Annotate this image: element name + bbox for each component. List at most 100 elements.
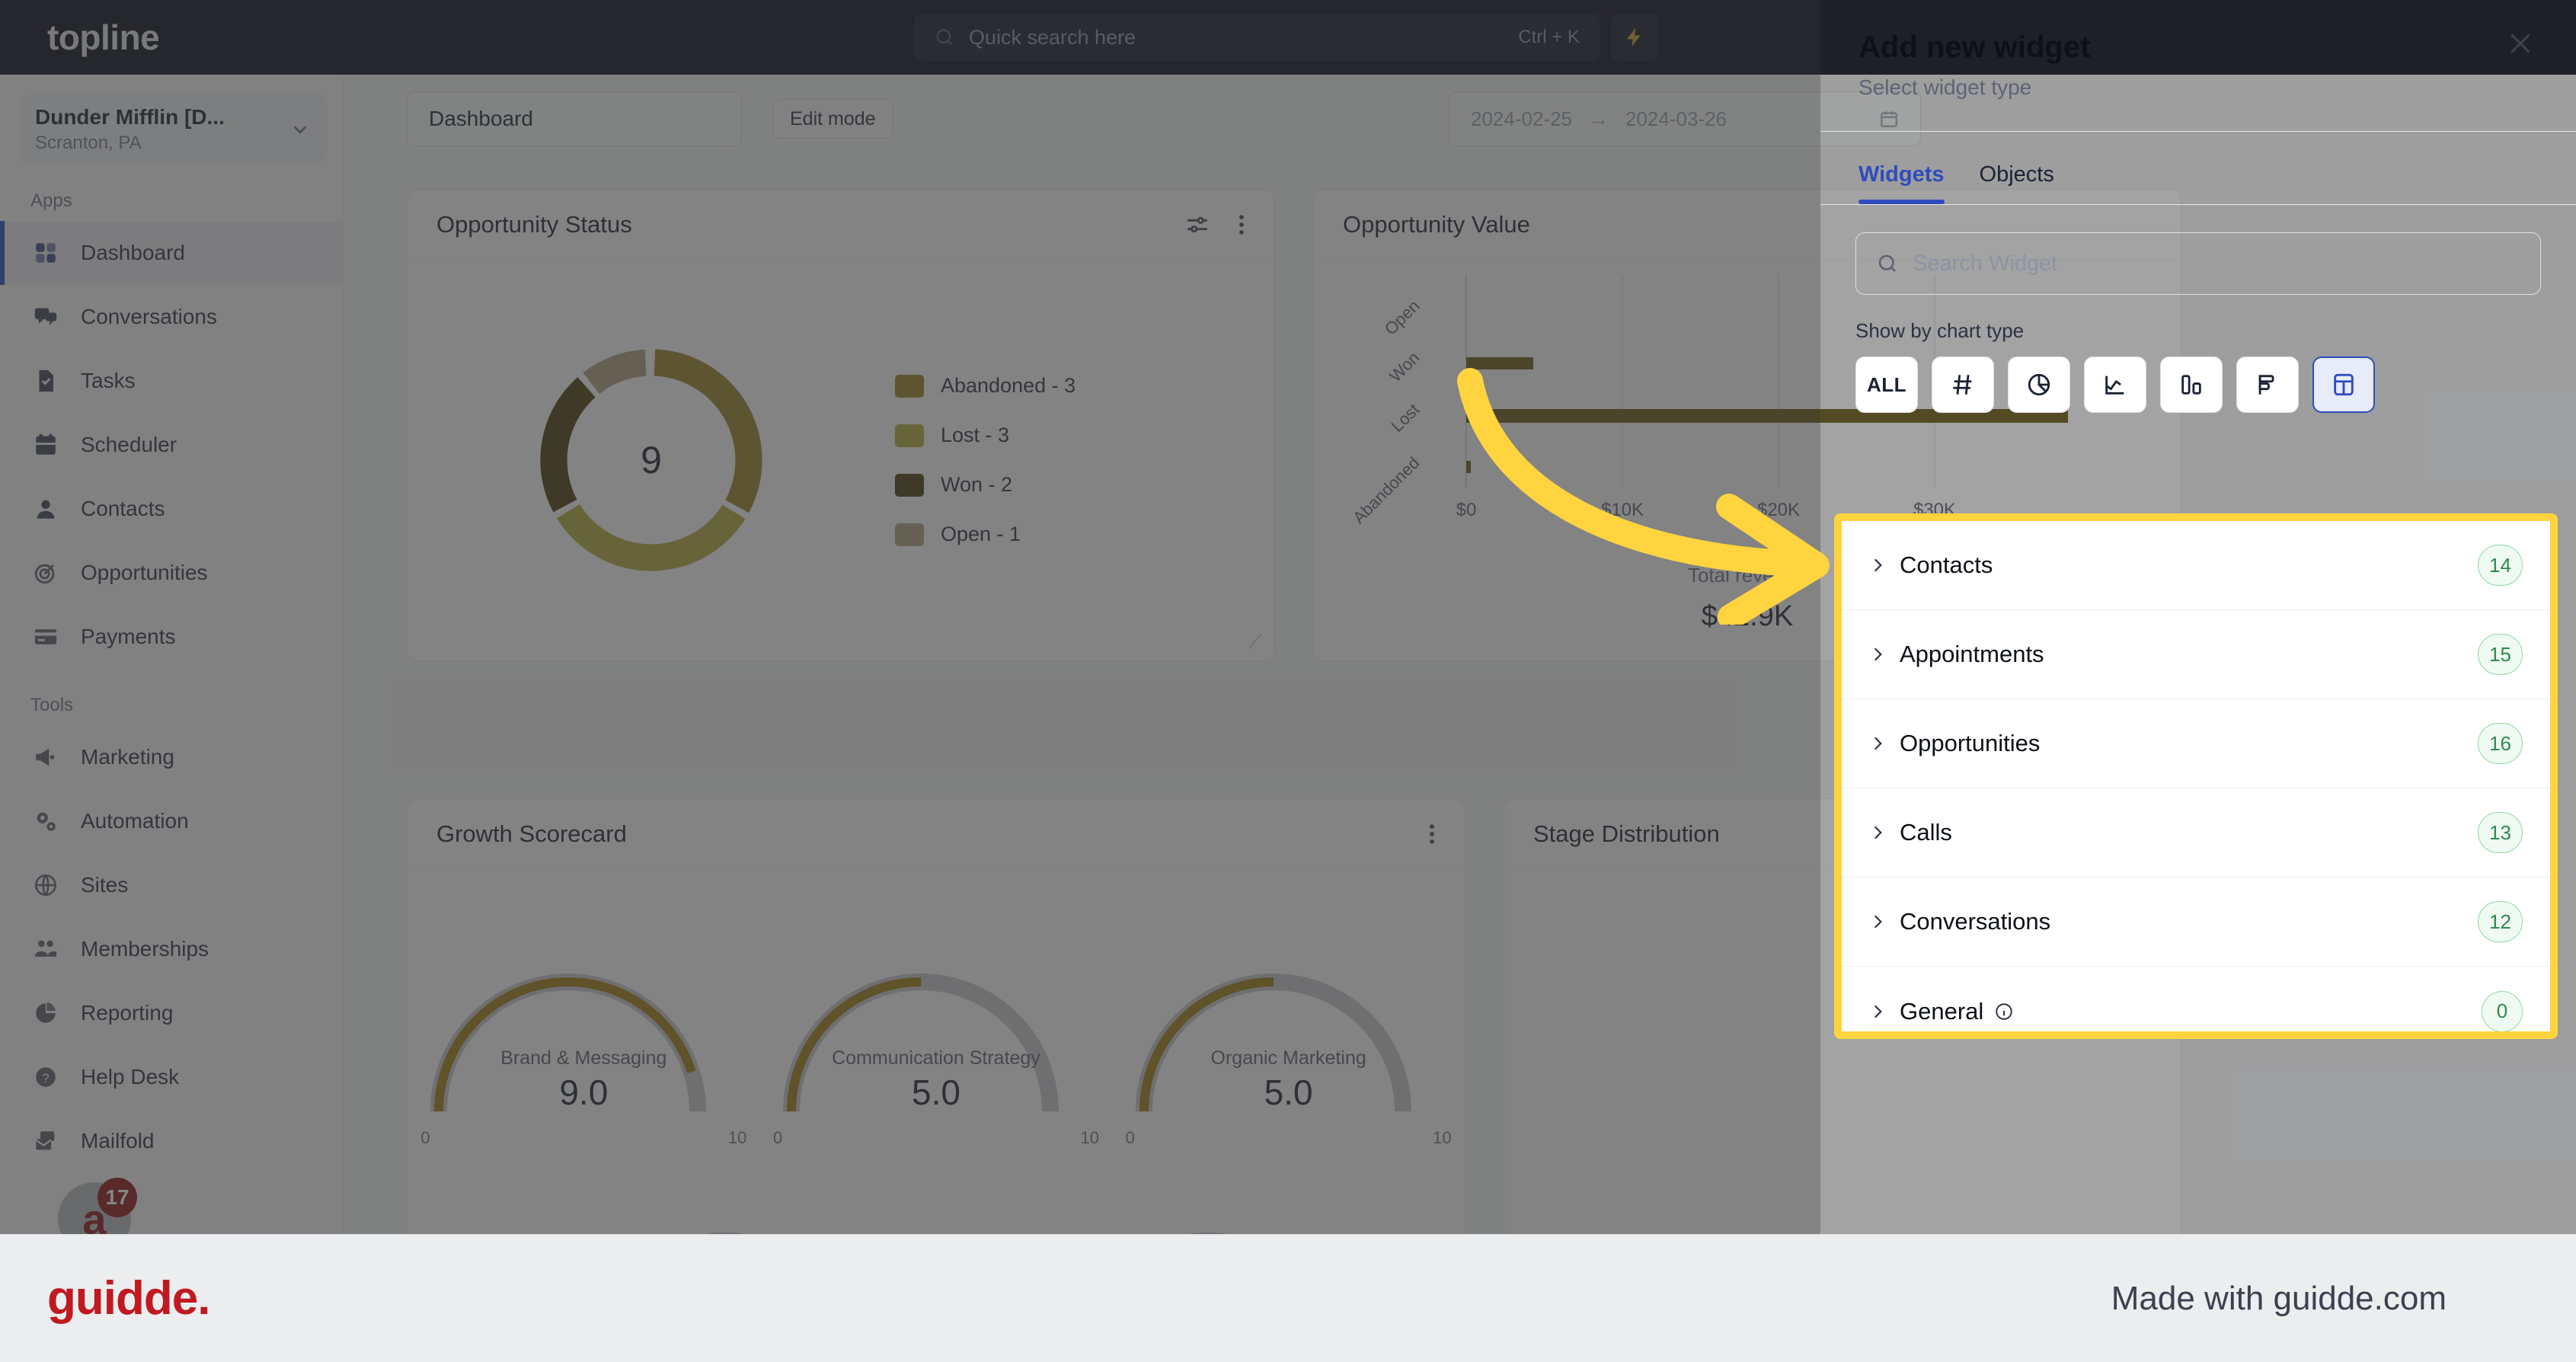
sidebar-item-tasks[interactable]: Tasks [0,349,344,413]
category-label: Opportunities [1900,730,2041,756]
legend-swatch [895,523,924,546]
gauge-extra-1 [573,1149,908,1234]
nav-section-label-tools: Tools [30,695,74,715]
person-icon [30,494,61,524]
sidebar-item-conversations[interactable]: Conversations [0,285,344,349]
category-row-opportunities[interactable]: Opportunities 16 [1842,699,2550,788]
lightning-bolt-icon[interactable] [1611,14,1658,61]
sidebar-item-label: Automation [81,809,189,833]
sidebar-item-label: Sites [81,873,129,897]
chart-type-table-button[interactable] [2312,356,2375,413]
org-location: Scranton, PA [35,133,142,153]
org-text: Dunder Mifflin [D... Scranton, PA [35,105,283,154]
table-icon [2331,372,2357,398]
kebab-menu-icon[interactable] [1428,821,1436,847]
widget-actions [1428,821,1436,847]
widget-growth-scorecard[interactable]: Growth Scorecard Brand & Messaging 9.0 0… [407,798,1465,1234]
category-label: Contacts [1900,552,1993,578]
sliders-icon[interactable] [1184,212,1210,238]
quick-search-input[interactable]: Quick search here Ctrl + K [914,14,1600,61]
svg-text:?: ? [42,1071,49,1085]
chart-type-pie-button[interactable] [2008,356,2070,413]
sidebar-item-automation[interactable]: Automation [0,789,344,853]
question-circle-icon: ? [30,1062,61,1092]
chevron-right-icon [1865,912,1890,932]
chart-type-all-button[interactable]: ALL [1855,356,1918,413]
dashboard-puzzle-icon [30,238,61,268]
chevron-right-icon [1865,823,1890,842]
avatar-notification-badge: 17 [97,1178,137,1217]
category-count-badge: 12 [2478,901,2523,942]
panel-subtitle: Select widget type [1858,75,2032,99]
chevron-right-icon [1865,734,1890,753]
svg-text:$20K: $20K [1757,500,1800,520]
avatar[interactable]: a 17 [58,1178,137,1234]
sidebar-item-mailfold[interactable]: Mailfold [0,1109,344,1173]
resize-handle[interactable]: ⟋ [1248,631,1262,651]
legend-swatch [895,424,924,447]
svg-text:Abandoned: Abandoned [1349,453,1423,527]
tab-widgets[interactable]: Widgets [1858,162,1945,204]
kebab-menu-icon[interactable] [1238,212,1245,238]
sidebar-item-sites[interactable]: Sites [0,853,344,917]
chart-type-number-button[interactable] [1932,356,1994,413]
close-icon[interactable] [2500,23,2541,64]
target-icon [30,558,61,588]
quick-search-shortcut: Ctrl + K [1518,27,1580,47]
sidebar-item-opportunities[interactable]: Opportunities [0,541,344,605]
hash-number-icon [1950,372,1976,398]
category-count-badge: 14 [2478,545,2523,586]
info-icon[interactable] [1994,1002,2014,1021]
gauge-min-tick: 0 [772,1128,783,1147]
sidebar-item-reporting[interactable]: Reporting [0,981,344,1045]
gauge-label: Brand & Messaging [500,1047,667,1069]
donut-chart-body: 9 Abandoned - 3 Lost - 3 Won - 2 Open - … [407,260,1274,660]
panel-header: Add new widget Select widget type [1820,0,2576,131]
calendar-icon [30,430,61,460]
category-row-calls[interactable]: Calls 13 [1842,788,2550,878]
chart-type-column-button[interactable] [2160,356,2223,413]
nav-section-label-apps: Apps [30,190,72,211]
category-row-conversations[interactable]: Conversations 12 [1842,878,2550,967]
chart-type-line-button[interactable] [2084,356,2146,413]
chevron-right-icon [1865,555,1890,575]
sidebar-item-label: Marketing [81,745,174,769]
globe-arrow-icon [30,870,61,900]
sidebar-item-payments[interactable]: Payments [0,605,344,669]
tab-objects[interactable]: Objects [1980,162,2054,204]
widget-title: Opportunity Status [436,210,632,238]
panel-title: Add new widget [1858,30,2091,64]
gauge-min-tick: 0 [420,1128,430,1147]
edit-mode-button[interactable]: Edit mode [772,99,893,139]
sidebar-item-label: Conversations [81,305,217,328]
sidebar-item-scheduler[interactable]: Scheduler [0,413,344,477]
app-logo: topline [47,18,160,57]
category-label: Calls [1900,819,1952,846]
org-switcher[interactable]: Dunder Mifflin [D... Scranton, PA [20,94,374,165]
sidebar-item-contacts[interactable]: Contacts [0,477,344,541]
chart-type-bar-button[interactable] [2236,356,2299,413]
sidebar-item-memberships[interactable]: Memberships [0,917,344,981]
gauge-brand-messaging: Brand & Messaging 9.0 0 10 [416,890,751,1147]
line-chart-icon [2102,372,2128,398]
mail-stack-icon [30,1126,61,1156]
category-row-general[interactable]: General 0 [1842,967,2550,1031]
sidebar-item-label: Help Desk [81,1065,180,1089]
gauge-value: 5.0 [912,1073,960,1112]
megaphone-icon [30,742,61,772]
category-count-badge: 0 [2482,990,2523,1031]
search-widget-input[interactable]: Search Widget [1855,232,2541,295]
category-row-appointments[interactable]: Appointments 15 [1842,610,2550,699]
svg-text:$10K: $10K [1601,500,1644,520]
sidebar-item-marketing[interactable]: Marketing [0,725,344,789]
legend-label: Open - 1 [941,523,1021,545]
gauge-value: 5.0 [1264,1073,1313,1112]
donut-center-value: 9 [641,439,662,481]
guidde-logo: guidde. [47,1272,210,1325]
dashboard-name-input[interactable]: Dashboard [407,91,742,146]
category-row-contacts[interactable]: Contacts 14 [1842,521,2550,610]
widget-opportunity-status[interactable]: Opportunity Status 9 Abandoned - 3 Lost … [407,189,1275,661]
chart-type-label: Show by chart type [1855,319,2025,342]
sidebar-item-help-desk[interactable]: ? Help Desk [0,1045,344,1109]
sidebar-item-dashboard[interactable]: Dashboard [0,221,344,285]
